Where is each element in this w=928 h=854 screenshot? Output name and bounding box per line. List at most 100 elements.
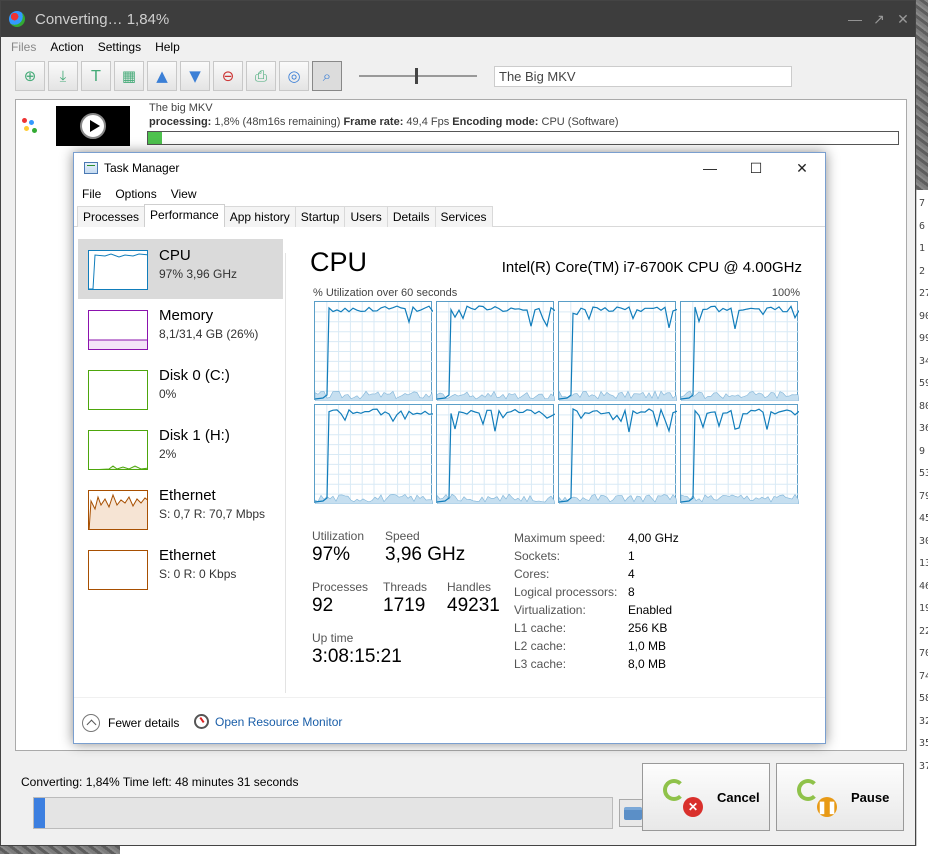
tab-users[interactable]: Users <box>344 206 388 227</box>
resource-ethernet-2[interactable]: Ethernet S: 0 R: 0 Kbps <box>78 539 283 599</box>
uptime-label: Up time <box>312 631 354 645</box>
tab-app-history[interactable]: App history <box>223 206 296 227</box>
spec-value: Enabled <box>628 603 673 617</box>
resource-cpu[interactable]: CPU 97% 3,96 GHz <box>78 239 283 299</box>
overall-progress-bar <box>33 797 613 829</box>
slider-thumb[interactable] <box>415 68 418 84</box>
cpu-core-graphs <box>314 301 800 505</box>
arrow-up-icon: ▲ <box>156 67 168 85</box>
tab-processes[interactable]: Processes <box>77 206 146 227</box>
close-icon[interactable]: ✕ <box>779 160 825 177</box>
job-info: processing: 1,8% (48m16s remaining) Fram… <box>149 116 619 128</box>
background-text: 99 <box>919 333 928 344</box>
background-window-bottom <box>120 846 928 854</box>
panel-divider <box>285 253 286 693</box>
app-icon <box>9 11 25 27</box>
task-manager-titlebar[interactable]: Task Manager — ☐ ✕ <box>74 153 825 183</box>
background-text: 9 <box>919 445 926 457</box>
background-text: 80 <box>919 400 928 412</box>
cpu-core-graph <box>680 301 799 401</box>
task-manager-window: Task Manager — ☐ ✕ File Options View Pro… <box>73 152 826 744</box>
menu-action[interactable]: Action <box>50 40 83 54</box>
background-text: 37 <box>919 760 928 772</box>
cpu-core-graph <box>680 404 799 504</box>
background-text: 22 <box>919 625 928 637</box>
import-button[interactable]: ⤓ <box>48 61 78 91</box>
menu-settings[interactable]: Settings <box>98 40 141 54</box>
minimize-icon[interactable]: — <box>687 160 733 177</box>
spec-label: L3 cache: <box>514 657 567 671</box>
resource-list: CPU 97% 3,96 GHz Memory 8,1/31,4 GB (26%… <box>78 239 283 699</box>
menu-file[interactable]: File <box>82 187 101 201</box>
job-row[interactable]: The big MKV processing: 1,8% (48m16s rem… <box>16 100 906 152</box>
maximize-icon[interactable]: ☐ <box>733 160 779 177</box>
move-down-button[interactable]: ▼ <box>180 61 210 91</box>
image-button[interactable]: ▦ <box>114 61 144 91</box>
tab-services[interactable]: Services <box>434 206 493 227</box>
cancel-button[interactable]: ✕ Cancel <box>642 763 770 831</box>
menu-files[interactable]: Files <box>11 40 36 54</box>
spec-label: L1 cache: <box>514 621 567 635</box>
menu-help[interactable]: Help <box>155 40 180 54</box>
menu-view[interactable]: View <box>171 187 197 201</box>
image-icon: ▦ <box>121 67 137 85</box>
fewer-details-label: Fewer details <box>108 716 180 730</box>
conversion-status-text: Converting: 1,84% Time left: 48 minutes … <box>21 775 299 789</box>
move-up-button[interactable]: ▲ <box>147 61 177 91</box>
spec-value: 4 <box>628 567 635 581</box>
video-thumbnail[interactable] <box>56 106 130 146</box>
resource-disk-0[interactable]: Disk 0 (C:) 0% <box>78 359 283 419</box>
spec-value: 1,0 MB <box>628 639 667 653</box>
tab-performance[interactable]: Performance <box>144 204 225 227</box>
spec-label: Virtualization: <box>514 603 586 617</box>
cpu-mini-graph <box>88 250 148 290</box>
cancel-icon: ✕ <box>661 775 705 819</box>
background-text: 6 <box>919 220 926 232</box>
background-text: 13 <box>919 558 928 569</box>
handles-label: Handles <box>447 580 492 594</box>
menu-options[interactable]: Options <box>115 187 156 201</box>
converter-toolbar: ⊕ ⤓ T ▦ ▲ ▼ ⊖ ⎙ ◎ ⌕ <box>1 57 915 95</box>
cpu-core-graph <box>558 301 677 401</box>
cpu-detail-panel: CPU Intel(R) Core(TM) i7-6700K CPU @ 4.0… <box>310 239 810 699</box>
spec-label: Sockets: <box>514 549 561 563</box>
output-name-field[interactable] <box>494 65 792 87</box>
volume-slider[interactable] <box>359 66 477 86</box>
tab-startup[interactable]: Startup <box>294 206 346 227</box>
text-button[interactable]: T <box>81 61 111 91</box>
ethernet1-mini-graph <box>88 490 148 530</box>
resource-ethernet-1[interactable]: Ethernet S: 0,7 R: 70,7 Mbps <box>78 479 283 539</box>
resource-memory[interactable]: Memory 8,1/31,4 GB (26%) <box>78 299 283 359</box>
preview-button[interactable]: ⌕ <box>312 61 342 91</box>
disk1-mini-graph <box>88 430 148 470</box>
background-text: 58 <box>919 693 928 704</box>
add-file-button[interactable]: ⊕ <box>15 61 45 91</box>
cpu-core-graph <box>314 404 433 504</box>
converter-titlebar[interactable]: Converting… 1,84% — ↗ ✕ <box>1 1 915 37</box>
processes-label: Processes <box>312 580 369 594</box>
background-text: 53 <box>919 468 928 479</box>
resource-value: S: 0 R: 0 Kbps <box>159 567 237 581</box>
export-icon: ⎙ <box>254 67 267 85</box>
resource-disk-1[interactable]: Disk 1 (H:) 2% <box>78 419 283 479</box>
framerate-value: 49,4 Fps <box>406 116 450 128</box>
cpu-core-graph <box>436 404 555 504</box>
pause-button[interactable]: ❚❚ Pause <box>776 763 904 831</box>
fewer-details-button[interactable]: Fewer details <box>82 714 179 732</box>
utilization-label: Utilization <box>312 529 365 543</box>
resource-name: Disk 0 (C:) <box>159 367 230 384</box>
download-icon: ⤓ <box>59 67 67 85</box>
open-resource-monitor-link[interactable]: Open Resource Monitor <box>194 714 342 729</box>
encoding-label: Encoding mode: <box>452 116 539 128</box>
speed-value: 3,96 GHz <box>385 544 466 565</box>
remove-button[interactable]: ⊖ <box>213 61 243 91</box>
export-button[interactable]: ⎙ <box>246 61 276 91</box>
minimize-icon[interactable]: — <box>843 11 867 28</box>
tab-details[interactable]: Details <box>386 206 436 227</box>
close-icon[interactable]: ✕ <box>891 11 915 28</box>
background-text: 32 <box>919 715 928 727</box>
cpu-model: Intel(R) Core(TM) i7-6700K CPU @ 4.00GHz <box>501 259 802 276</box>
maximize-icon[interactable]: ↗ <box>867 11 891 28</box>
magnifier-icon: ⌕ <box>322 67 332 85</box>
settings-button[interactable]: ◎ <box>279 61 309 91</box>
